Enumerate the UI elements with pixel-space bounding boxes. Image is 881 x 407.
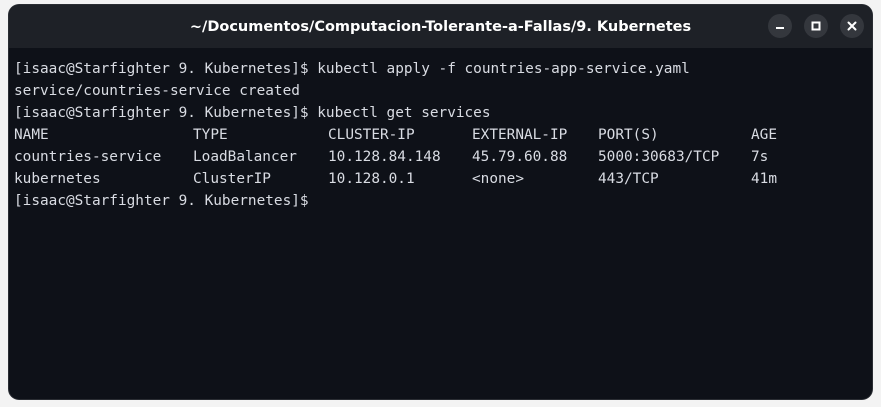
cell-external-ip: 45.79.60.88 <box>472 149 568 165</box>
cell-name: countries-service <box>14 149 162 165</box>
output-line: service/countries-service created <box>14 83 300 99</box>
close-button[interactable] <box>840 14 864 38</box>
minimize-button[interactable] <box>768 14 792 38</box>
table-row: kubernetes ClusterIP 10.128.0.1 <none> 4… <box>14 168 872 190</box>
cell-type: ClusterIP <box>193 171 271 187</box>
cell-type: LoadBalancer <box>193 149 297 165</box>
cell-external-ip: <none> <box>472 171 524 187</box>
column-header-name: NAME <box>14 127 49 143</box>
title-bar[interactable]: ~/Documentos/Computacion-Tolerante-a-Fal… <box>9 5 872 48</box>
cell-cluster-ip: 10.128.0.1 <box>328 171 415 187</box>
column-header-external-ip: EXTERNAL-IP <box>472 127 568 143</box>
column-header-ports: PORT(S) <box>598 127 659 143</box>
shell-prompt: [isaac@Starfighter 9. Kubernetes]$ <box>14 193 309 209</box>
column-header-cluster-ip: CLUSTER-IP <box>328 127 415 143</box>
cell-age: 7s <box>751 149 769 165</box>
window-title: ~/Documentos/Computacion-Tolerante-a-Fal… <box>189 18 692 35</box>
minimize-icon <box>776 27 784 29</box>
column-header-age: AGE <box>751 127 777 143</box>
cell-name: kubernetes <box>14 171 101 187</box>
terminal-output[interactable]: [isaac@Starfighter 9. Kubernetes]$ kubec… <box>9 48 872 399</box>
maximize-icon <box>811 21 821 31</box>
cell-ports: 443/TCP <box>598 171 659 187</box>
maximize-button[interactable] <box>804 14 828 38</box>
window-controls <box>768 14 864 38</box>
cell-cluster-ip: 10.128.84.148 <box>328 149 441 165</box>
table-header-row: NAME TYPE CLUSTER-IP EXTERNAL-IP PORT(S)… <box>14 124 872 146</box>
terminal-window: ~/Documentos/Computacion-Tolerante-a-Fal… <box>9 5 872 399</box>
cell-age: 41m <box>751 171 777 187</box>
cell-ports: 5000:30683/TCP <box>598 149 720 165</box>
column-header-type: TYPE <box>193 127 228 143</box>
close-icon <box>847 21 857 31</box>
command-line: [isaac@Starfighter 9. Kubernetes]$ kubec… <box>14 61 690 77</box>
command-line: [isaac@Starfighter 9. Kubernetes]$ kubec… <box>14 105 491 121</box>
table-row: countries-service LoadBalancer 10.128.84… <box>14 146 872 168</box>
